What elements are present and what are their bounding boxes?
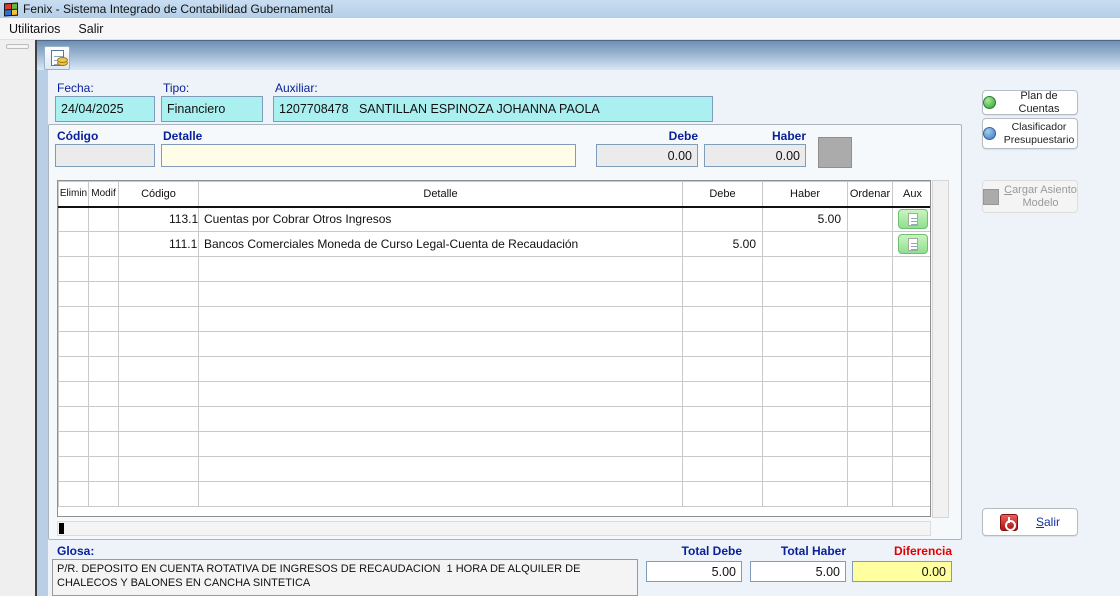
grid-header-cell: Código bbox=[119, 182, 199, 207]
tipo-label: Tipo: bbox=[163, 81, 189, 95]
window-title: Fenix - Sistema Integrado de Contabilida… bbox=[23, 2, 333, 16]
grid-header-cell: Modif bbox=[89, 182, 119, 207]
grid-header-cell: Debe bbox=[683, 182, 763, 207]
windows-logo-icon bbox=[4, 2, 18, 16]
main-content: Fecha: 24/04/2025 Tipo: Financiero Auxil… bbox=[37, 40, 1120, 596]
auxiliar-field[interactable]: 1207708478 SANTILLAN ESPINOZA JOHANNA PA… bbox=[273, 96, 713, 122]
total-debe-label: Total Debe bbox=[646, 544, 742, 558]
grid-cell-debe[interactable] bbox=[683, 207, 763, 232]
total-haber-field[interactable]: 5.00 bbox=[750, 561, 846, 582]
grid-cell-detalle[interactable]: Bancos Comerciales Moneda de Curso Legal… bbox=[199, 232, 683, 257]
total-debe-field[interactable]: 5.00 bbox=[646, 561, 742, 582]
titlebar: Fenix - Sistema Integrado de Contabilida… bbox=[0, 0, 1120, 18]
cargar-asiento-modelo-button[interactable]: Cargar Asiento Modelo bbox=[982, 180, 1078, 213]
aux-button[interactable] bbox=[898, 234, 928, 254]
fecha-field[interactable]: 24/04/2025 bbox=[55, 96, 155, 122]
green-sphere-icon bbox=[983, 96, 996, 109]
diferencia-label: Diferencia bbox=[852, 544, 952, 558]
grid-empty-row bbox=[59, 332, 932, 357]
grid-cell-haber[interactable]: 5.00 bbox=[763, 207, 848, 232]
haber-field[interactable]: 0.00 bbox=[704, 144, 806, 167]
gray-square-icon bbox=[983, 189, 999, 205]
glosa-label: Glosa: bbox=[57, 544, 94, 558]
grid-empty-row bbox=[59, 307, 932, 332]
grid-empty-row bbox=[59, 432, 932, 457]
total-haber-label: Total Haber bbox=[750, 544, 846, 558]
entry-action-button[interactable] bbox=[818, 137, 852, 168]
document-coins-icon bbox=[51, 50, 64, 66]
grid-empty-row bbox=[59, 357, 932, 382]
codigo-field[interactable] bbox=[55, 144, 155, 167]
grid-cell-codigo[interactable]: 111.15 bbox=[119, 232, 199, 257]
document-list-icon bbox=[908, 238, 918, 251]
grid-empty-row bbox=[59, 282, 932, 307]
haber-label: Haber bbox=[704, 129, 806, 143]
grid-cell-modif[interactable] bbox=[89, 207, 119, 232]
power-icon bbox=[1000, 514, 1018, 531]
grid-empty-row bbox=[59, 482, 932, 507]
grid-header-cell: Ordenar bbox=[848, 182, 893, 207]
toolbar bbox=[37, 40, 1120, 70]
app-window: Fenix - Sistema Integrado de Contabilida… bbox=[0, 0, 1120, 596]
grid-cell-aux bbox=[893, 232, 932, 257]
grid-header-cell: Elimin bbox=[59, 182, 89, 207]
codigo-label: Código bbox=[57, 129, 98, 143]
clasificador-label: Clasificador Presupuestario bbox=[1001, 121, 1077, 145]
tipo-field[interactable]: Financiero bbox=[161, 96, 263, 122]
scrollbar-thumb[interactable] bbox=[59, 523, 64, 534]
grid-header-cell: Haber bbox=[763, 182, 848, 207]
grid-cell-debe[interactable]: 5.00 bbox=[683, 232, 763, 257]
grid-vertical-scrollbar[interactable] bbox=[932, 180, 949, 518]
grid-cell-haber[interactable] bbox=[763, 232, 848, 257]
grid-cell-elimin[interactable] bbox=[59, 232, 89, 257]
plan-de-cuentas-button[interactable]: Plan de Cuentas bbox=[982, 90, 1078, 115]
auxiliar-label: Auxiliar: bbox=[275, 81, 318, 95]
glosa-textarea[interactable]: P/R. DEPOSITO EN CUENTA ROTATIVA DE INGR… bbox=[52, 559, 638, 596]
grid-header-row: EliminModifCódigoDetalleDebeHaberOrdenar… bbox=[59, 182, 932, 207]
entries-grid: EliminModifCódigoDetalleDebeHaberOrdenar… bbox=[58, 181, 931, 507]
grid-row[interactable]: 111.15Bancos Comerciales Moneda de Curso… bbox=[59, 232, 932, 257]
menubar: Utilitarios Salir bbox=[0, 18, 1120, 40]
debe-field[interactable]: 0.00 bbox=[596, 144, 698, 167]
toolbar-grip-handle[interactable] bbox=[6, 44, 29, 49]
cargar-asiento-label: Cargar Asiento Modelo bbox=[1004, 184, 1077, 209]
detalle-label: Detalle bbox=[163, 129, 202, 143]
plan-de-cuentas-label: Plan de Cuentas bbox=[1001, 90, 1077, 115]
grid-header-cell: Aux bbox=[893, 182, 932, 207]
grid-empty-row bbox=[59, 382, 932, 407]
grid-empty-row bbox=[59, 407, 932, 432]
grid-header-cell: Detalle bbox=[199, 182, 683, 207]
blue-sphere-icon bbox=[983, 127, 996, 140]
menu-utilitarios[interactable]: Utilitarios bbox=[0, 20, 69, 38]
grid-cell-elimin[interactable] bbox=[59, 207, 89, 232]
grid-row[interactable]: 113.19Cuentas por Cobrar Otros Ingresos 5… bbox=[59, 207, 932, 232]
grid-cell-modif[interactable] bbox=[89, 232, 119, 257]
fecha-label: Fecha: bbox=[57, 81, 94, 95]
grid-cell-ordenar[interactable] bbox=[848, 232, 893, 257]
menu-salir[interactable]: Salir bbox=[69, 20, 112, 38]
salir-button[interactable]: Salir bbox=[982, 508, 1078, 536]
grid-cell-codigo[interactable]: 113.19 bbox=[119, 207, 199, 232]
grid-cell-detalle[interactable]: Cuentas por Cobrar Otros Ingresos bbox=[199, 207, 683, 232]
document-list-icon bbox=[908, 213, 918, 226]
detalle-field[interactable] bbox=[161, 144, 576, 167]
debe-label: Debe bbox=[596, 129, 698, 143]
grid-cell-ordenar[interactable] bbox=[848, 207, 893, 232]
new-entry-button[interactable] bbox=[44, 46, 70, 70]
left-rail bbox=[0, 40, 35, 596]
grid-horizontal-scrollbar[interactable] bbox=[57, 521, 931, 536]
grid-cell-aux bbox=[893, 207, 932, 232]
salir-button-label: Salir bbox=[1036, 515, 1060, 529]
grid-empty-row bbox=[59, 457, 932, 482]
aux-button[interactable] bbox=[898, 209, 928, 229]
entries-grid-wrap: EliminModifCódigoDetalleDebeHaberOrdenar… bbox=[57, 180, 931, 517]
diferencia-field[interactable]: 0.00 bbox=[852, 561, 952, 582]
grid-empty-row bbox=[59, 257, 932, 282]
clasificador-presupuestario-button[interactable]: Clasificador Presupuestario bbox=[982, 118, 1078, 149]
